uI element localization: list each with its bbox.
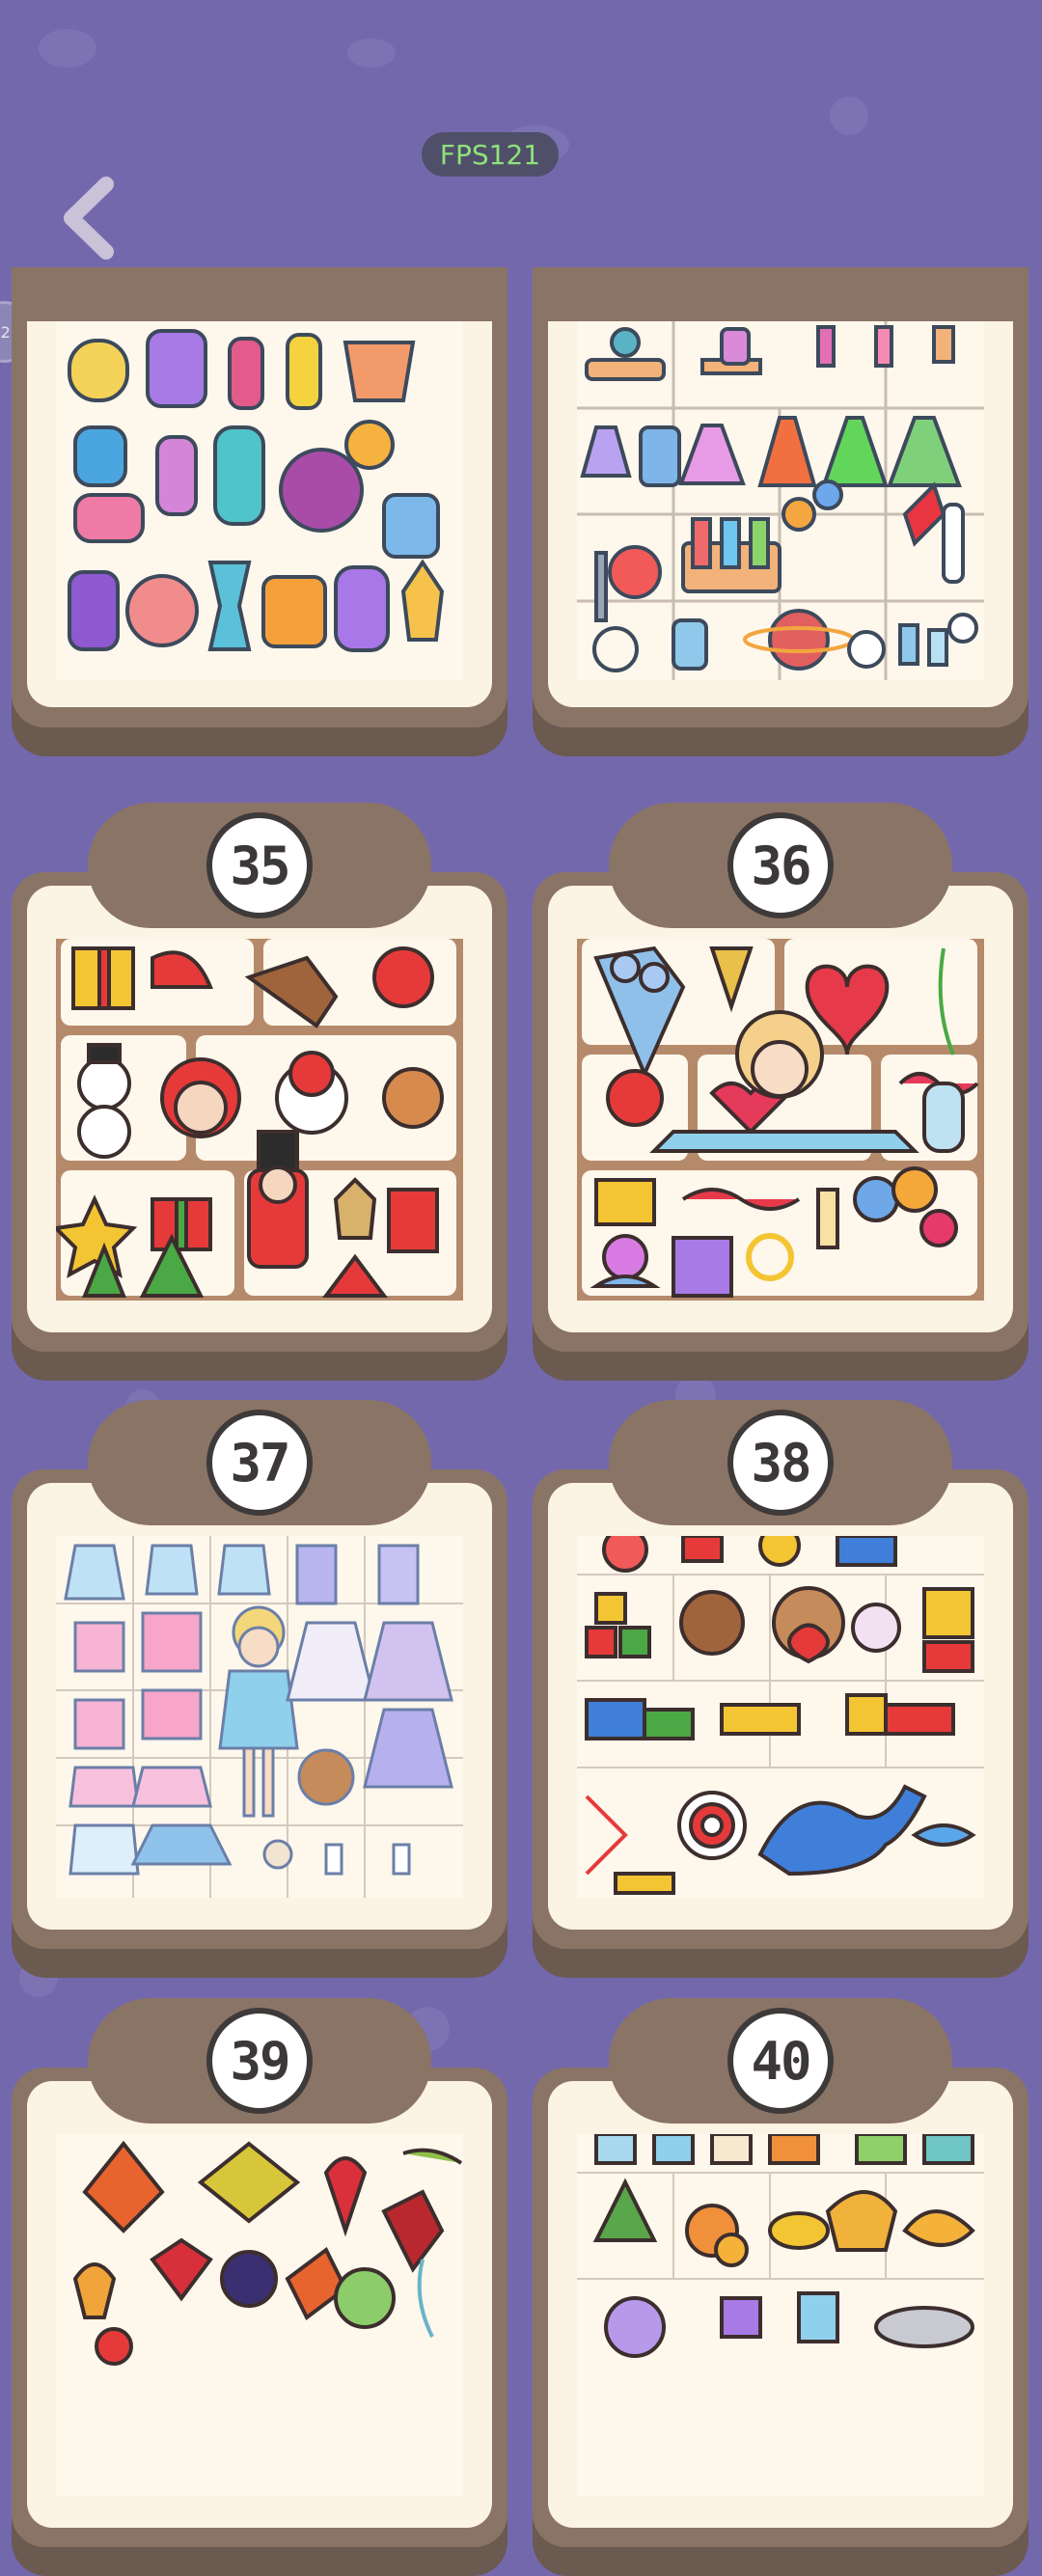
level-card-40[interactable]: 40 [533,1998,1028,2576]
fps-counter: FPS121 [422,132,559,177]
level-number: 39 [206,2008,313,2114]
level-card-39[interactable]: 39 [12,1998,507,2576]
level-preview-laboratory [577,321,984,680]
level-number: 38 [727,1410,834,1516]
level-preview-autumn [56,2134,463,2496]
level-badge: 37 [88,1400,431,1525]
level-badge: 39 [88,1998,431,2124]
level-badge: 36 [609,803,952,928]
back-button[interactable] [46,170,133,266]
level-card-36[interactable]: 36 [533,803,1028,1381]
level-preview-clothes [56,1536,463,1898]
level-number: 40 [727,2008,834,2114]
level-number: 37 [206,1410,313,1516]
level-card-37[interactable]: 37 [12,1400,507,1978]
level-preview-fruit [577,2134,984,2496]
chevron-left-icon [64,177,114,260]
level-preview-christmas [56,939,463,1301]
fps-counter-text: FPS121 [439,138,541,171]
level-badge: 38 [609,1400,952,1525]
level-badge: 40 [609,1998,952,2124]
level-card-potions[interactable] [12,267,507,756]
level-preview-potions [56,321,463,680]
level-card-laboratory[interactable] [533,267,1028,756]
level-number: 35 [206,812,313,918]
level-card-35[interactable]: 35 [12,803,507,1381]
level-card-38[interactable]: 38 [533,1400,1028,1978]
level-preview-valentine [577,939,984,1301]
level-badge: 35 [88,803,431,928]
level-preview-toys [577,1536,984,1898]
level-number: 36 [727,812,834,918]
